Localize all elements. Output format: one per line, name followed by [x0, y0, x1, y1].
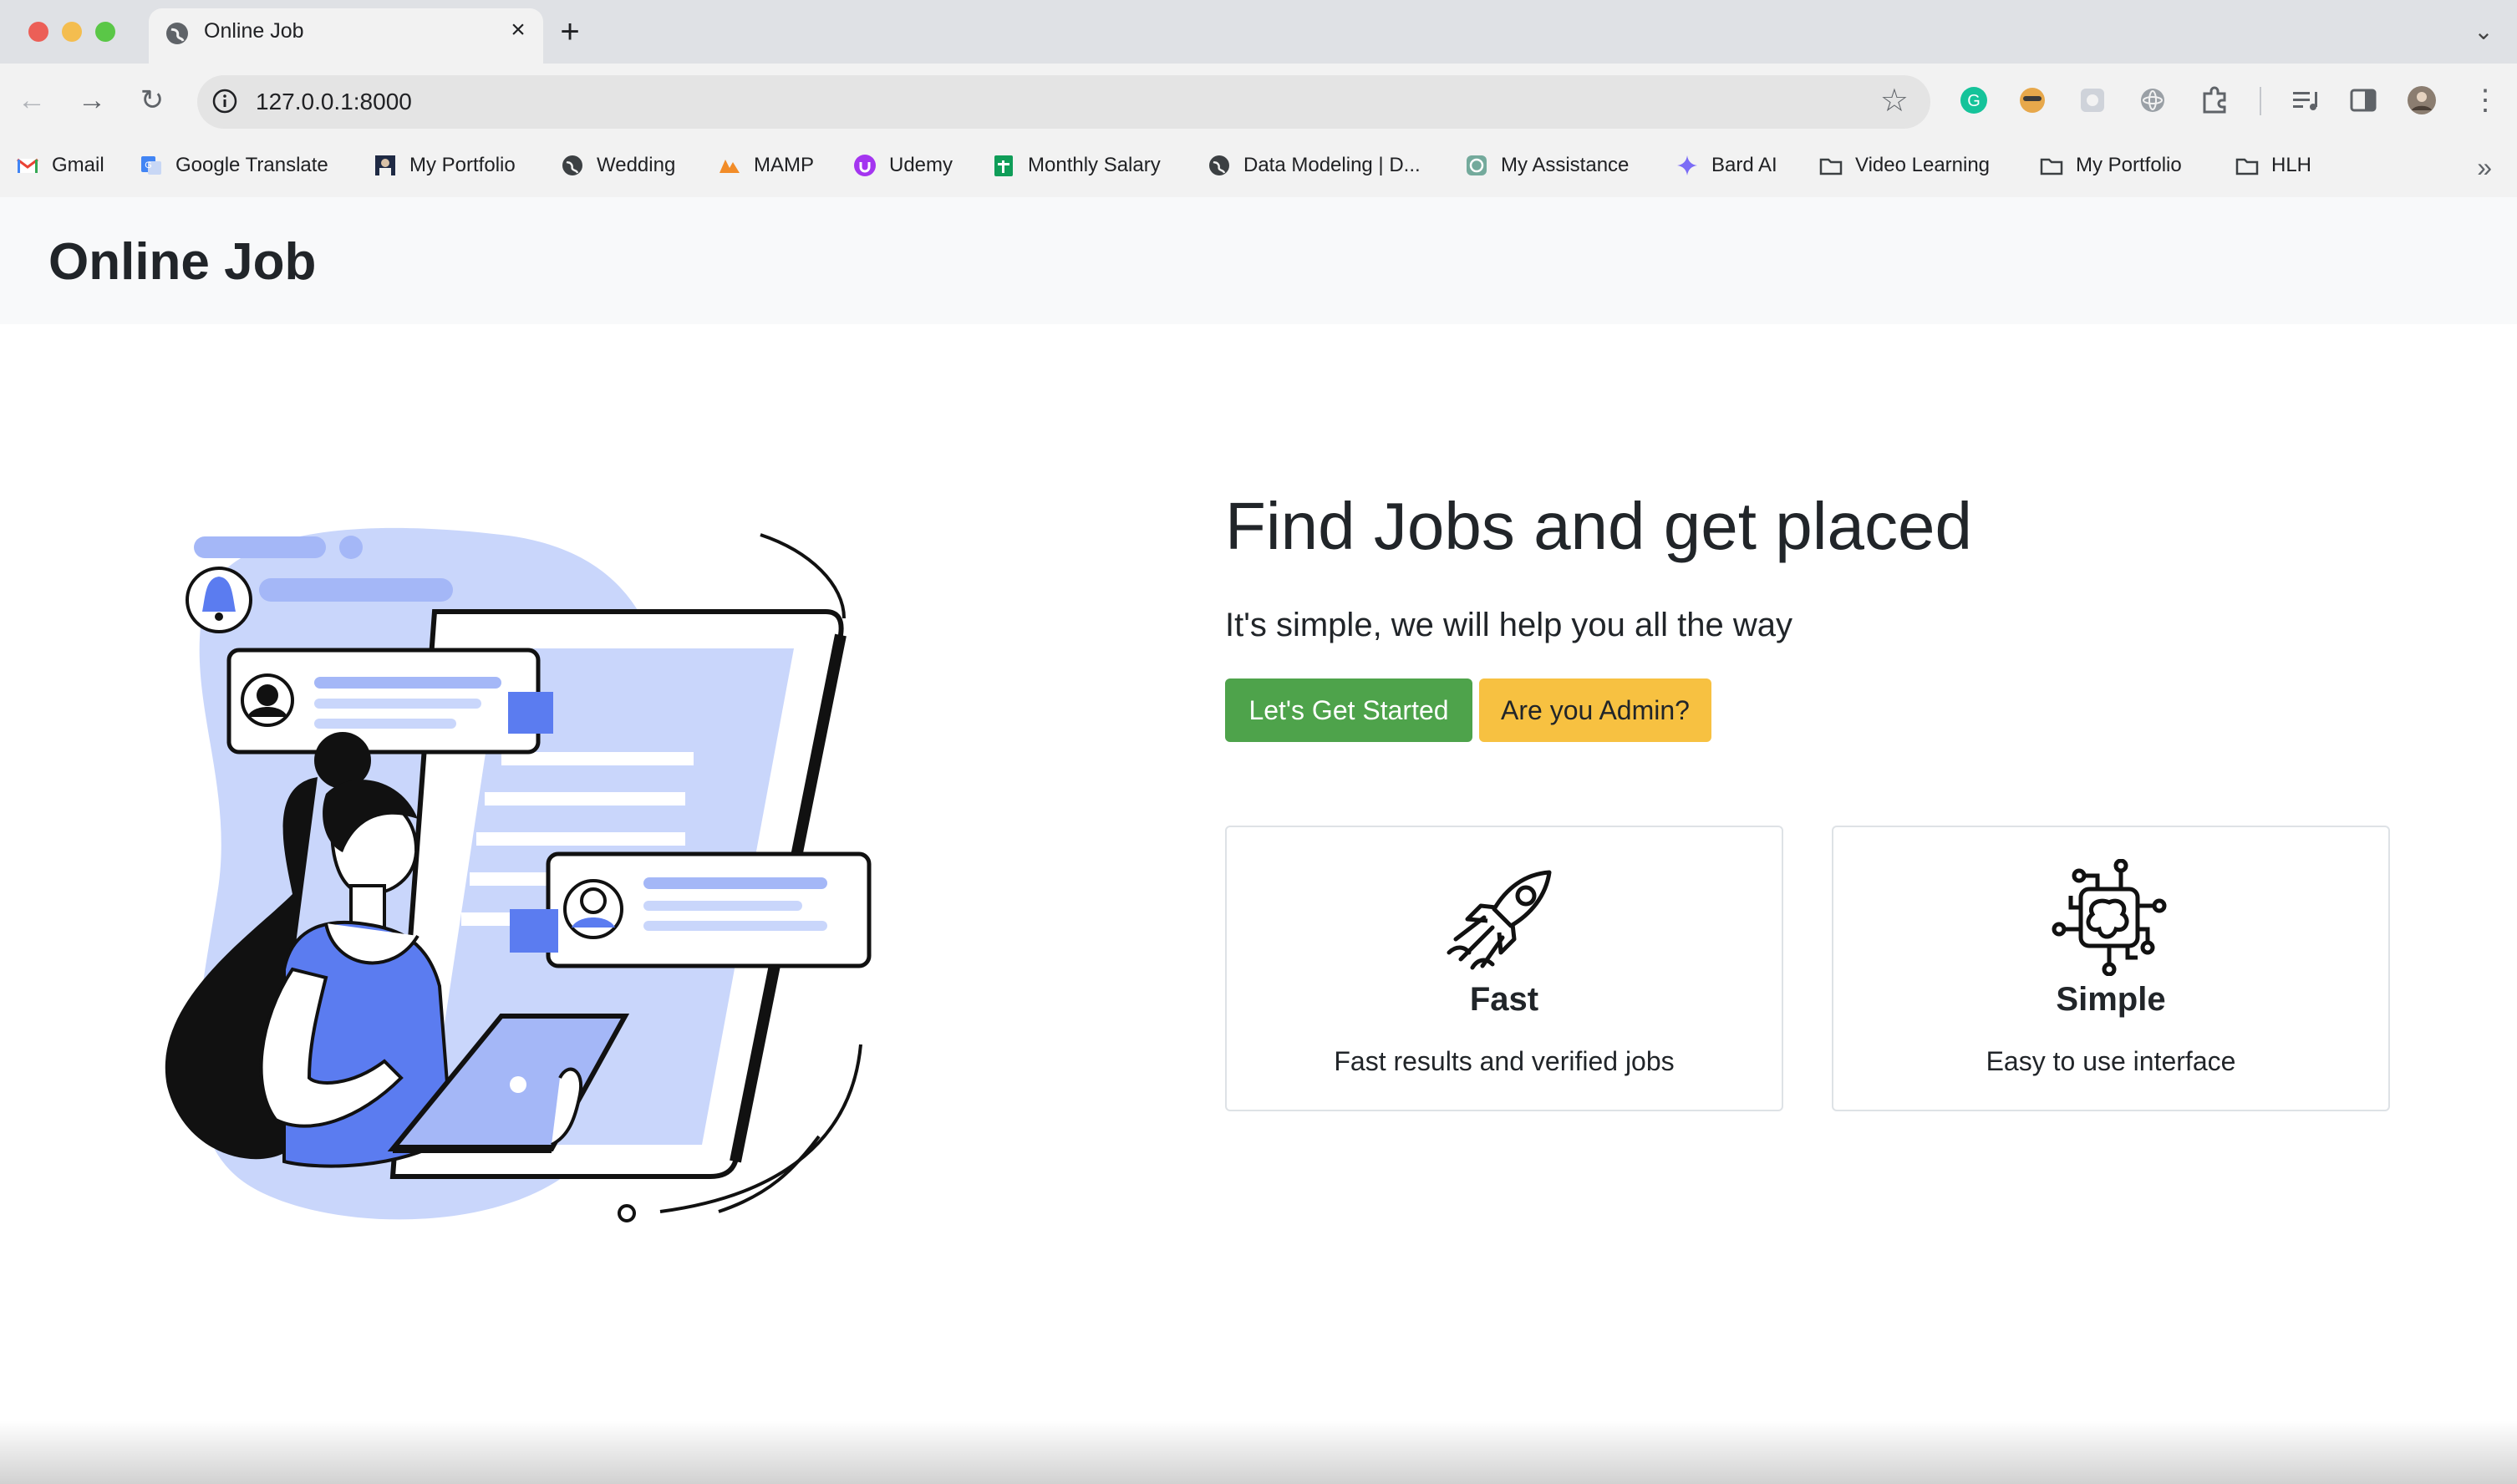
chip-icon	[2052, 859, 2167, 976]
bookmark-item[interactable]: G Google Translate	[139, 149, 328, 182]
maximize-window-button[interactable]	[95, 22, 115, 42]
tab-bar: Online Job × + ⌄	[0, 0, 2517, 64]
feature-title: Simple	[2056, 981, 2166, 1018]
browser-toolbar: ← → ↻ 127.0.0.1:8000 ☆ G ⋮	[0, 64, 2517, 137]
forward-button[interactable]: →	[72, 80, 112, 120]
gmail-icon	[17, 158, 38, 173]
tab-search-chevron-icon[interactable]: ⌄	[2467, 15, 2500, 48]
portfolio-photo-icon	[375, 155, 395, 175]
window-bottom-shadow	[0, 1420, 2517, 1484]
browser-menu-icon[interactable]: ⋮	[2465, 80, 2505, 120]
bookmark-label: Bard AI	[1711, 154, 1777, 176]
bookmark-label: My Assistance	[1501, 154, 1630, 176]
svg-text:G: G	[1967, 92, 1981, 110]
address-bar[interactable]: 127.0.0.1:8000 ☆	[197, 75, 1930, 129]
profile-avatar[interactable]	[2405, 84, 2438, 117]
bookmark-item[interactable]: My Portfolio	[373, 149, 516, 182]
bard-icon	[1677, 155, 1697, 175]
folder-icon	[2235, 158, 2259, 175]
bookmark-item[interactable]: Udemy	[852, 149, 953, 182]
mamp-icon	[720, 160, 740, 173]
browser-tab[interactable]: Online Job ×	[149, 8, 543, 64]
bookmark-label: Monthly Salary	[1028, 154, 1161, 176]
bookmark-star-icon[interactable]: ☆	[1880, 82, 1909, 119]
extensions-puzzle-icon[interactable]	[2198, 84, 2231, 117]
hero-subtitle: It's simple, we will help you all the wa…	[1225, 607, 1793, 643]
folder-icon	[2040, 158, 2063, 175]
side-panel-icon[interactable]	[2347, 84, 2380, 117]
minimize-window-button[interactable]	[62, 22, 82, 42]
extension-face-icon[interactable]	[2016, 84, 2049, 117]
globe-icon	[166, 23, 188, 44]
bookmark-label: Google Translate	[175, 154, 328, 176]
feature-description: Easy to use interface	[1986, 1046, 2236, 1076]
bookmark-label: My Portfolio	[2076, 154, 2182, 176]
bookmark-label: Video Learning	[1855, 154, 1991, 176]
feature-description: Fast results and verified jobs	[1334, 1046, 1675, 1076]
extension-react-icon[interactable]	[2136, 84, 2169, 117]
bookmarks-bar: Gmail G Google Translate My Portfolio We…	[0, 137, 2517, 199]
site-info-icon[interactable]	[211, 87, 239, 115]
feature-card-simple: Simple Easy to use interface	[1832, 826, 2390, 1111]
bookmark-item[interactable]: HLH	[2235, 149, 2311, 182]
reload-button[interactable]: ↻	[132, 80, 172, 120]
feature-title: Fast	[1469, 981, 1539, 1018]
site-brand[interactable]: Online Job	[48, 232, 316, 292]
toolbar-divider	[2260, 87, 2261, 115]
media-controls-icon[interactable]	[2288, 84, 2321, 117]
bookmark-label: Wedding	[597, 154, 676, 176]
close-tab-icon[interactable]: ×	[503, 15, 533, 45]
bookmark-label: My Portfolio	[409, 154, 516, 176]
more-bookmarks-chevron-icon[interactable]: »	[2477, 152, 2492, 183]
chatgpt-icon	[1467, 155, 1487, 175]
back-button[interactable]: ←	[12, 80, 52, 120]
hero-title: Find Jobs and get placed	[1225, 489, 1972, 563]
bookmark-item[interactable]: My Assistance	[1464, 149, 1629, 182]
bookmark-item[interactable]: Gmail	[15, 149, 104, 182]
bookmark-item[interactable]: Data Modeling | D...	[1207, 149, 1421, 182]
new-tab-button[interactable]: +	[552, 15, 588, 52]
url-text[interactable]: 127.0.0.1:8000	[256, 89, 412, 115]
sheets-icon	[994, 155, 1013, 176]
bookmark-label: HLH	[2271, 154, 2312, 176]
google-translate-icon: G	[141, 156, 161, 175]
feature-card-fast: Fast Fast results and verified jobs	[1225, 826, 1783, 1111]
job-search-illustration	[165, 527, 872, 1222]
globe-icon	[1209, 155, 1229, 175]
folder-icon	[1819, 158, 1843, 175]
bookmark-label: MAMP	[754, 154, 814, 176]
bookmark-label: Udemy	[889, 154, 953, 176]
rocket-icon	[1447, 870, 1552, 970]
bookmark-item[interactable]: My Portfolio	[2039, 149, 2182, 182]
udemy-icon	[854, 155, 876, 176]
globe-icon	[562, 155, 582, 175]
svg-text:G: G	[145, 160, 152, 170]
bookmark-label: Gmail	[52, 154, 104, 176]
bookmark-item[interactable]: Wedding	[560, 149, 675, 182]
bookmark-label: Data Modeling | D...	[1243, 154, 1421, 176]
bookmark-item[interactable]: MAMP	[717, 149, 814, 182]
tab-title: Online Job	[204, 19, 304, 43]
browser-chrome: Online Job × + ⌄ ← → ↻ 127.0.0.1:8000 ☆ …	[0, 0, 2517, 199]
get-started-button[interactable]: Let's Get Started	[1225, 678, 1472, 742]
extension-grid-icon[interactable]	[2076, 84, 2109, 117]
bookmark-item[interactable]: Bard AI	[1675, 149, 1777, 182]
admin-login-button[interactable]: Are you Admin?	[1479, 678, 1711, 742]
bookmark-item[interactable]: Video Learning	[1818, 149, 1990, 182]
close-window-button[interactable]	[28, 22, 48, 42]
bookmark-item[interactable]: Monthly Salary	[991, 149, 1161, 182]
grammarly-icon[interactable]: G	[1957, 84, 1991, 117]
site-navbar	[0, 197, 2517, 324]
